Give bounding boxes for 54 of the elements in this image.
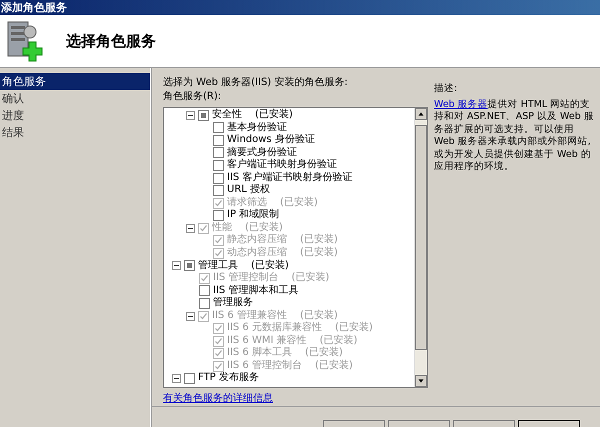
installed-note: (已安装)	[334, 322, 373, 334]
installed-note: (已安装)	[314, 360, 353, 372]
tree-item-label[interactable]: IIS 客户端证书映射身份验证	[227, 172, 352, 184]
wizard-step[interactable]: 结果	[0, 124, 150, 141]
description-title: 描述:	[434, 83, 458, 96]
installed-note: (已安装)	[300, 247, 338, 260]
page-heading: 选择角色服务	[66, 32, 156, 50]
instruction-text: 选择为 Web 服务器(IIS) 安装的角色服务:	[163, 76, 349, 90]
checkbox[interactable]	[199, 298, 210, 309]
installed-note: (已安装)	[291, 272, 330, 285]
tree-item-label[interactable]: 管理工具	[198, 260, 238, 272]
installed-note: (已安装)	[320, 334, 358, 346]
window-title: 添加角色服务	[0, 0, 600, 15]
server-plus-icon	[6, 20, 44, 62]
collapse-icon[interactable]	[186, 110, 195, 120]
checkbox[interactable]	[213, 210, 224, 222]
installed-note: (已安装)	[280, 196, 318, 210]
wizard-step[interactable]: 确认	[0, 90, 150, 107]
collapse-icon[interactable]	[172, 374, 181, 384]
installed-note: (已安装)	[300, 234, 338, 246]
installed-note: (已安装)	[300, 310, 338, 322]
installed-note: (已安装)	[255, 109, 293, 122]
more-info-link[interactable]: 有关角色服务的详细信息	[163, 393, 273, 404]
tree-item-label[interactable]: 安全性	[212, 109, 242, 122]
web-server-link[interactable]: Web 服务器	[434, 98, 488, 110]
tree-item-label[interactable]: 基本身份验证	[227, 122, 287, 134]
tree-item-label[interactable]: IIS 管理脚本和工具	[213, 284, 298, 298]
wizard-step[interactable]: 进度	[0, 107, 150, 124]
checkbox[interactable]	[213, 172, 224, 184]
description-text: Web 服务器提供对 HTML 网站的支持和对 ASP.NET、ASP 以及 Web 服务器扩展的可选支持。可以使用 Web 服务器来承载内部或外部网站,或为开发人员提供创建基于 Web 的应用程序的环境。	[434, 98, 594, 174]
checkbox[interactable]	[213, 147, 224, 158]
tree-item-label[interactable]: Windows 身份验证	[227, 134, 315, 147]
tree-item-label[interactable]: FTP 发布服务	[198, 372, 259, 386]
installed-note: (已安装)	[251, 260, 289, 272]
checkbox[interactable]	[213, 134, 224, 146]
tree-item-label[interactable]: 管理服务	[213, 297, 253, 310]
checkbox[interactable]	[184, 373, 195, 384]
tree-item-label[interactable]: 摘要式身份验证	[227, 146, 297, 160]
checkbox[interactable]	[199, 285, 210, 296]
tree-item-label[interactable]: 客户端证书映射身份验证	[227, 159, 337, 172]
tree-item-label[interactable]: IP 和域限制	[227, 209, 280, 222]
dialog-button[interactable]	[518, 420, 580, 427]
checkbox[interactable]	[213, 185, 224, 196]
collapse-icon[interactable]	[172, 261, 181, 270]
wizard-step[interactable]: 角色服务	[0, 73, 150, 90]
checkbox[interactable]	[213, 160, 224, 171]
installed-note: (已安装)	[304, 347, 343, 360]
checkbox[interactable]	[184, 260, 195, 272]
checkbox[interactable]	[198, 110, 209, 121]
checkbox[interactable]	[213, 122, 224, 134]
list-label: 角色服务(R):	[163, 90, 222, 104]
tree-item-label[interactable]: URL 授权	[227, 184, 270, 197]
installed-note: (已安装)	[245, 222, 283, 234]
scrollbar[interactable]	[414, 108, 427, 387]
